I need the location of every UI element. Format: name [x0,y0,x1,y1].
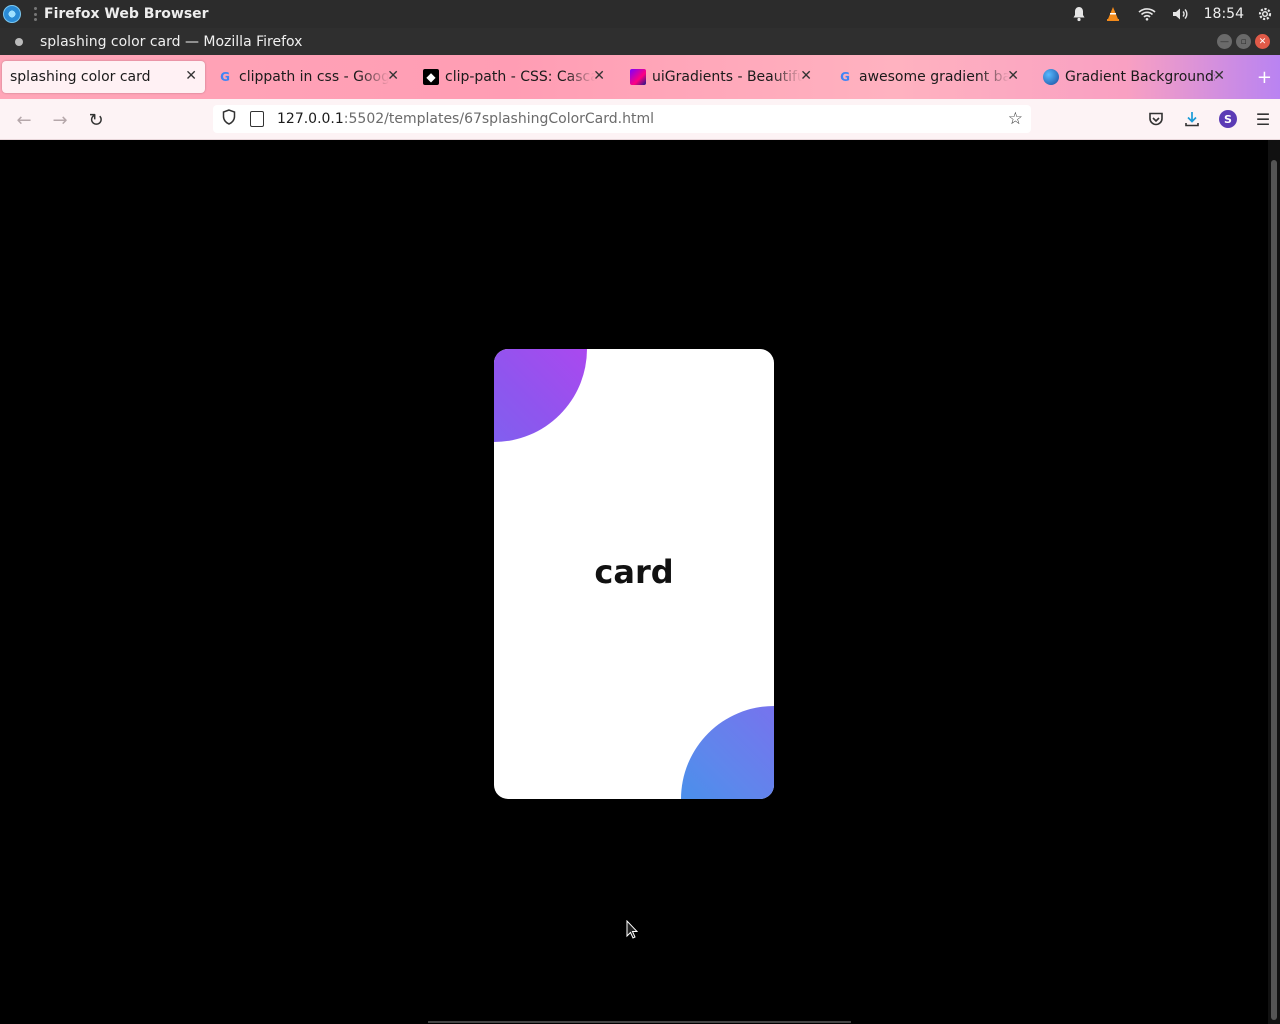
splash-card: card [494,349,774,799]
system-app-name[interactable]: Firefox Web Browser [44,6,209,22]
tab-close-icon[interactable]: ✕ [800,68,812,84]
bookmark-star-icon[interactable]: ☆ [1008,109,1023,129]
uigradients-icon [630,69,646,85]
url-bar[interactable]: 127.0.0.1:5502/templates/67splashingColo… [213,105,1031,133]
system-clock[interactable]: 18:54 [1198,6,1254,22]
account-avatar[interactable]: S [1210,106,1246,132]
tab-label: uiGradients - Beautiful [652,69,802,85]
url-text[interactable]: 127.0.0.1:5502/templates/67splashingColo… [277,111,654,127]
wifi-icon[interactable] [1130,0,1164,28]
horizontal-scroll-indicator [428,1021,851,1023]
tab-close-icon[interactable]: ✕ [1007,68,1019,84]
scrollbar-thumb[interactable] [1271,160,1277,1020]
tab-close-icon[interactable]: ✕ [1213,68,1225,84]
tab-label: clip-path - CSS: Cascadi [445,69,595,85]
maximize-button[interactable]: ▫ [1236,34,1251,49]
hamburger-menu-icon[interactable]: ☰ [1246,106,1280,132]
system-top-bar: Firefox Web Browser 18:54 [0,0,1280,28]
tab-label: Gradient Backgrounds [1065,69,1215,85]
vlc-icon[interactable] [1096,0,1130,28]
window-menu-dot-icon[interactable] [15,37,23,46]
activities-handle-icon [34,7,38,21]
navigation-toolbar: ← → ↻ 127.0.0.1:5502/templates/67splashi… [0,99,1280,140]
account-initial: S [1219,110,1237,128]
window-title: splashing color card — Mozilla Firefox [40,33,303,50]
card-title: card [594,553,674,591]
tracking-protection-shield-icon[interactable] [222,109,238,129]
tab-close-icon[interactable]: ✕ [185,68,197,84]
window-controls: — ▫ ✕ [1217,34,1270,49]
volume-icon[interactable] [1164,0,1198,28]
tab-clippath-google[interactable]: G clippath in css - Google ✕ [217,61,407,93]
ubuntu-logo-icon[interactable] [3,5,21,23]
downloads-icon[interactable] [1174,106,1210,132]
gradient-blob-bottom-right [681,706,774,799]
tab-label: clippath in css - Google [239,69,389,85]
tab-label: awesome gradient bac [859,69,1009,85]
pocket-icon[interactable] [1138,106,1174,132]
tab-close-icon[interactable]: ✕ [387,68,399,84]
google-icon: G [220,70,230,84]
google-icon: G [840,70,850,84]
notification-bell-icon[interactable] [1062,0,1096,28]
minimize-button[interactable]: — [1217,34,1232,49]
tab-uigradients[interactable]: uiGradients - Beautiful ✕ [630,61,820,93]
close-window-button[interactable]: ✕ [1255,34,1270,49]
window-title-bar: splashing color card — Mozilla Firefox —… [0,28,1280,55]
tab-strip: splashing color card ✕ G clippath in css… [0,55,1280,99]
tab-awesome-gradient[interactable]: G awesome gradient bac ✕ [837,61,1027,93]
reload-button[interactable]: ↻ [83,107,109,133]
toolbar-right-icons: S ☰ [1138,106,1280,132]
gradient-blob-top-left [494,349,587,442]
back-button[interactable]: ← [11,107,37,133]
tab-label: splashing color card [10,69,151,85]
tab-clip-path-mdn[interactable]: ◆ clip-path - CSS: Cascadi ✕ [423,61,613,93]
forward-button[interactable]: → [47,107,73,133]
page-info-icon[interactable] [250,111,264,127]
tab-close-icon[interactable]: ✕ [593,68,605,84]
gradient-backgrounds-icon [1043,69,1059,85]
system-tray: 18:54 [1062,0,1280,28]
tab-gradient-backgrounds[interactable]: Gradient Backgrounds ✕ [1043,61,1233,93]
mdn-icon: ◆ [423,69,439,85]
new-tab-plus-icon[interactable]: + [1257,67,1272,88]
tab-splashing-color-card[interactable]: splashing color card ✕ [2,61,205,93]
settings-gear-icon[interactable] [1254,0,1276,28]
